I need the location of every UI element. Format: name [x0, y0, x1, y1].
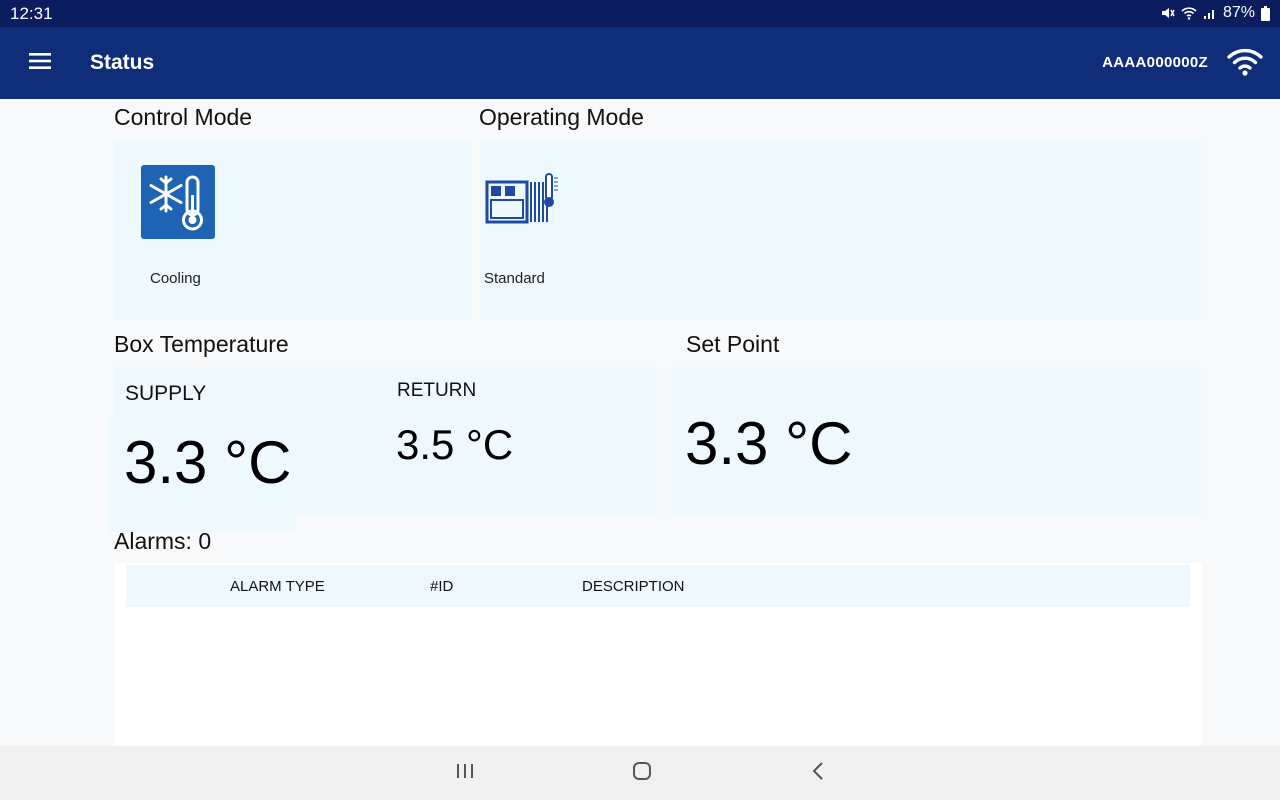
mute-icon	[1161, 6, 1175, 20]
wifi-status-icon	[1181, 6, 1197, 20]
battery-percent: 87%	[1222, 4, 1255, 21]
system-status-bar: 12:31 87%	[0, 0, 1280, 27]
return-temperature: 3.5 °C	[396, 421, 514, 468]
alarm-table: ALARM TYPE #ID DESCRIPTION	[114, 563, 1202, 746]
home-button[interactable]	[627, 760, 657, 786]
supply-temperature: 3.3 °C	[124, 429, 292, 496]
supply-label: SUPPLY	[125, 382, 207, 405]
operating-mode-title: Operating Mode	[479, 104, 644, 130]
operating-mode-panel: Standard	[480, 139, 1201, 320]
recents-icon	[455, 762, 475, 785]
column-description: DESCRIPTION	[582, 578, 685, 595]
back-button[interactable]	[803, 760, 833, 786]
menu-button[interactable]	[22, 45, 58, 81]
set-point-title: Set Point	[686, 331, 780, 357]
alarm-table-header: ALARM TYPE #ID DESCRIPTION	[126, 565, 1190, 607]
control-mode-panel: Cooling	[114, 139, 472, 320]
back-icon	[811, 761, 825, 786]
control-mode-value: Cooling	[150, 270, 201, 287]
control-mode-title: Control Mode	[114, 104, 253, 130]
app-bar: Status AAAA000000Z	[0, 27, 1280, 99]
column-alarm-type: ALARM TYPE	[230, 578, 325, 595]
alarms-title: Alarms: 0	[114, 528, 212, 554]
snowflake-thermometer-icon	[141, 165, 215, 244]
signal-icon	[1203, 7, 1217, 20]
wifi-connection-button[interactable]	[1226, 47, 1264, 79]
box-temperature-title: Box Temperature	[114, 331, 289, 357]
operating-mode-value: Standard	[484, 270, 545, 287]
system-navigation-bar	[0, 746, 1280, 800]
status-icons: 87%	[1161, 4, 1270, 22]
set-point-value: 3.3 °C	[685, 410, 853, 477]
device-id[interactable]: AAAA000000Z	[1102, 54, 1208, 71]
recents-button[interactable]	[450, 760, 480, 786]
home-icon	[632, 761, 652, 786]
page-title: Status	[90, 51, 155, 74]
menu-icon	[29, 52, 51, 74]
container-unit-icon	[485, 172, 561, 231]
wifi-icon	[1226, 48, 1264, 81]
column-id: #ID	[430, 578, 454, 595]
return-label: RETURN	[397, 380, 477, 401]
clock: 12:31	[10, 4, 53, 23]
battery-icon	[1261, 5, 1270, 21]
